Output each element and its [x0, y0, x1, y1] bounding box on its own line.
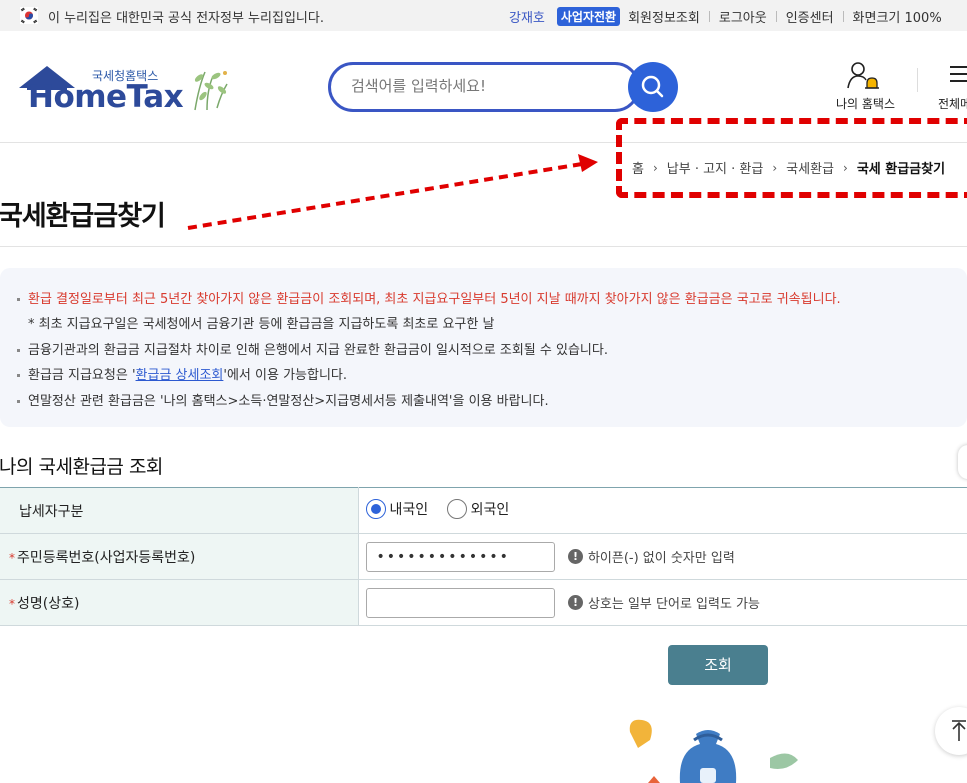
- refund-search-form: 납세자구분 내국인 외국인 * 주민등록번호(사업자등록번호) •••••••••…: [0, 487, 967, 626]
- cert-center-link[interactable]: 인증센터: [786, 7, 834, 26]
- resident-id-hint: ! 하이픈(-) 없이 숫자만 입력: [567, 547, 735, 566]
- name-input[interactable]: [365, 587, 555, 618]
- divider: [708, 11, 710, 22]
- notice-subitem-text: * 최초 지급요구일은 국세청에서 금융기관 등에 환급금을 지급하도록 최초로…: [28, 317, 495, 333]
- search-submit-button[interactable]: 조회: [668, 645, 768, 685]
- notice-item: 환급금 지급요청은 '환급금 상세조회'에서 이용 가능합니다.: [17, 363, 841, 388]
- section-title: 나의 국세환급금 조회: [0, 456, 163, 478]
- info-icon: !: [567, 595, 583, 610]
- all-menu-label[interactable]: 전체메: [938, 95, 967, 112]
- notice-item: 금융기관과의 환급금 지급절차 차이로 인해 은행에서 지급 완료한 환급금이 …: [17, 338, 841, 363]
- search-button[interactable]: [628, 62, 678, 112]
- name-cell: ! 상호는 일부 단어로 입력도 가능: [358, 579, 967, 626]
- radio-label: 내국인: [389, 501, 429, 518]
- util-links: 강재호 사업자전환 회원정보조회 로그아웃 인증센터 화면크기 100%: [509, 7, 942, 26]
- notice-text: '에서 이용 가능합니다.: [223, 368, 348, 384]
- member-info-link[interactable]: 회원정보조회: [628, 7, 700, 26]
- divider: [917, 68, 918, 92]
- search-icon: [641, 75, 664, 98]
- page-title: 국세환급금찾기: [0, 201, 166, 232]
- resident-id-input[interactable]: •••••••••••••: [365, 541, 555, 572]
- name-hint: ! 상호는 일부 단어로 입력도 가능: [567, 593, 760, 612]
- required-mark: *: [9, 596, 15, 611]
- gov-notice-text: 이 누리집은 대한민국 공식 전자정부 누리집입니다.: [48, 11, 324, 26]
- breadcrumb-payment[interactable]: 납부 · 고지 · 환급: [667, 158, 764, 177]
- search-bar: [328, 62, 678, 112]
- foreign-radio[interactable]: 외국인: [446, 498, 510, 519]
- my-hometax-button[interactable]: 나의 홈택스: [828, 60, 903, 112]
- hint-text: 하이픈(-) 없이 숫자만 입력: [587, 551, 735, 566]
- title-divider: [0, 246, 967, 247]
- divider: [842, 11, 844, 22]
- divider: [775, 11, 777, 22]
- notice-box: 환급 결정일로부터 최근 5년간 찾아가지 않은 환급금이 조회되며, 최초 지…: [0, 268, 967, 427]
- label-text: 성명(상호): [17, 595, 80, 612]
- notice-item: 환급 결정일로부터 최근 5년간 찾아가지 않은 환급금이 조회되며, 최초 지…: [17, 287, 841, 312]
- resident-id-label: * 주민등록번호(사업자등록번호): [0, 533, 359, 580]
- screen-size-link[interactable]: 화면크기 100%: [853, 7, 942, 26]
- radio-selected-icon[interactable]: [365, 498, 386, 519]
- logout-link[interactable]: 로그아웃: [719, 7, 767, 26]
- switch-business-button[interactable]: 사업자전환: [556, 7, 621, 26]
- refund-detail-link[interactable]: 환급금 상세조회: [136, 368, 224, 383]
- notice-text: 환급금 지급요청은 ': [28, 368, 136, 384]
- notice-subitem: * 최초 지급요구일은 국세청에서 금융기관 등에 환급금을 지급하도록 최초로…: [17, 312, 841, 337]
- scroll-top-icon: [952, 720, 966, 741]
- name-label: * 성명(상호): [0, 579, 359, 626]
- breadcrumb-home[interactable]: 홈: [632, 158, 644, 177]
- search-box: [328, 62, 640, 112]
- annotation-arrow: [187, 154, 598, 230]
- form-row-name: * 성명(상호) ! 상호는 일부 단어로 입력도 가능: [0, 579, 967, 626]
- breadcrumb-separator: ›: [652, 160, 658, 175]
- required-mark: *: [9, 550, 15, 565]
- taxpayer-type-cell: 내국인 외국인: [358, 487, 967, 534]
- header-divider: [0, 142, 967, 143]
- breadcrumb-current: 국세 환급금찾기: [856, 162, 946, 177]
- breadcrumb-refund[interactable]: 국세환급: [786, 158, 834, 177]
- user-name-link[interactable]: 강재호: [509, 7, 545, 26]
- money-bag-illustration: [629, 719, 798, 783]
- resident-id-cell: ••••••••••••• ! 하이픈(-) 없이 숫자만 입력: [358, 533, 967, 580]
- breadcrumb: 홈 › 납부 · 고지 · 환급 › 국세환급 › 국세 환급금찾기: [632, 158, 946, 178]
- side-handle[interactable]: [958, 445, 967, 479]
- user-bell-icon: [847, 62, 879, 89]
- breadcrumb-separator: ›: [772, 160, 778, 175]
- label-text: 주민등록번호(사업자등록번호): [17, 549, 196, 566]
- form-row-resident-id: * 주민등록번호(사업자등록번호) ••••••••••••• ! 하이픈(-) 없…: [0, 533, 967, 580]
- domestic-radio[interactable]: 내국인: [365, 498, 429, 519]
- info-icon: !: [567, 549, 583, 564]
- notice-item: 연말정산 관련 환급금은 '나의 홈택스>소득·연말정산>지급명세서등 제출내역…: [17, 389, 841, 414]
- radio-empty-icon[interactable]: [446, 498, 467, 519]
- label-text: 납세자구분: [19, 503, 84, 520]
- hamburger-menu-icon[interactable]: [948, 65, 967, 83]
- hint-text: 상호는 일부 단어로 입력도 가능: [587, 597, 760, 612]
- gov-notice-bar: 이 누리집은 대한민국 공식 전자정부 누리집입니다. 강재호 사업자전환 회원…: [0, 0, 967, 31]
- radio-label: 외국인: [470, 501, 510, 518]
- my-hometax-label: 나의 홈택스: [835, 97, 895, 111]
- breadcrumb-separator: ›: [843, 160, 848, 175]
- form-row-taxpayer-type: 납세자구분 내국인 외국인: [0, 487, 967, 534]
- taxpayer-type-label: 납세자구분: [0, 487, 359, 534]
- logo-wordmark: HomeTax: [28, 79, 184, 115]
- search-input[interactable]: [351, 77, 621, 95]
- scroll-top-button[interactable]: [935, 707, 967, 755]
- korea-flag-icon: [20, 7, 38, 24]
